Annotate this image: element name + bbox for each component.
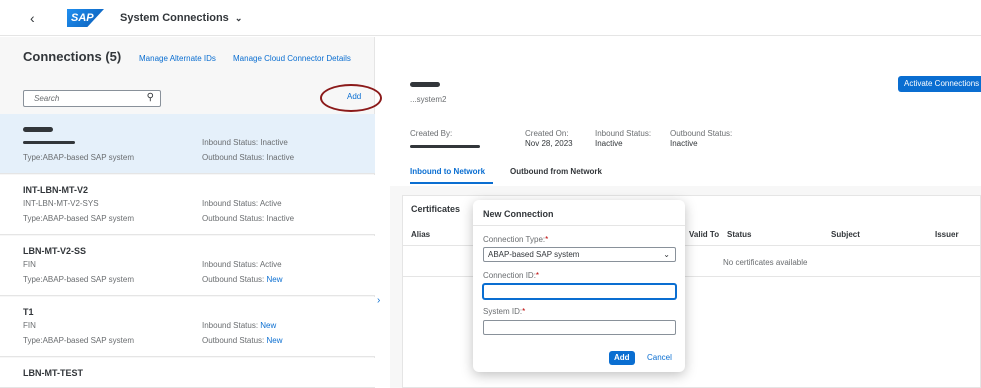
column-subject: Subject — [831, 230, 860, 239]
connection-type-value: ABAP-based SAP system — [488, 250, 580, 259]
connection-name: T1 — [23, 307, 34, 317]
outbound-status: Outbound Status: New — [202, 336, 283, 345]
connection-name: LBN-MT-TEST — [23, 368, 83, 378]
connection-title — [410, 79, 440, 89]
inbound-status-label: Inbound Status: — [595, 129, 652, 138]
inbound-status-value: Inactive — [595, 139, 623, 148]
manage-cloud-connector-link[interactable]: Manage Cloud Connector Details — [233, 54, 351, 63]
connections-list-pane: Connections (5) Manage Alternate IDs Man… — [0, 37, 382, 388]
inbound-status: Inbound Status: New — [202, 321, 277, 330]
shell-bar: ‹ SAP System Connections ⌄ — [0, 0, 981, 36]
app-title-menu[interactable]: System Connections ⌄ — [120, 12, 242, 24]
certificates-title: Certificates — [411, 204, 461, 214]
system-id-field[interactable] — [483, 320, 676, 335]
search-icon[interactable]: ⚲ — [147, 92, 154, 103]
column-alias: Alias — [411, 230, 431, 239]
connection-type: Type:ABAP-based SAP system — [23, 336, 135, 345]
column-valid-to: Valid To — [689, 230, 720, 239]
add-button[interactable]: Add — [609, 351, 635, 365]
connection-type-label: Connection Type:* — [483, 235, 549, 244]
inbound-status: Inbound Status: Inactive — [202, 138, 288, 147]
dialog-title: New Connection — [483, 209, 554, 219]
new-connection-dialog: New Connection Connection Type:* ABAP-ba… — [473, 200, 685, 372]
outbound-status: Outbound Status: Inactive — [202, 153, 295, 162]
search-placeholder: Search — [34, 94, 60, 103]
dialog-divider — [473, 225, 685, 226]
connection-type: Type:ABAP-based SAP system — [23, 214, 135, 223]
outbound-status: Outbound Status: New — [202, 275, 283, 284]
manage-alternate-ids-link[interactable]: Manage Alternate IDs — [139, 54, 216, 63]
created-by-label: Created By: — [410, 129, 453, 138]
outbound-status-value: Inactive — [670, 139, 698, 148]
outbound-status: Outbound Status: Inactive — [202, 214, 295, 223]
app-title: System Connections — [120, 12, 229, 24]
tab-inbound-to-network[interactable]: Inbound to Network — [410, 167, 485, 176]
connection-type: Type:ABAP-based SAP system — [23, 275, 135, 284]
inbound-status: Inbound Status: Active — [202, 260, 282, 269]
connection-system: FIN — [23, 321, 36, 330]
connection-name: INT-LBN-MT-V2 — [23, 185, 88, 195]
created-on-label: Created On: — [525, 129, 569, 138]
active-tab-indicator — [410, 182, 493, 184]
chevron-down-icon: ⌄ — [234, 13, 243, 23]
connection-type: Type:ABAP-based SAP system — [23, 153, 135, 162]
connection-name — [23, 124, 53, 134]
connection-id-label: Connection ID:* — [483, 271, 540, 280]
no-certificates-message: No certificates available — [723, 258, 808, 267]
connection-name: LBN-MT-V2-SS — [23, 246, 86, 256]
connection-subtitle: ...system2 — [410, 95, 447, 104]
list-item[interactable]: LBN-MT-TEST — [0, 358, 375, 388]
activate-connections-button[interactable]: Activate Connections — [898, 76, 981, 92]
search-input[interactable]: Search ⚲ — [23, 90, 161, 107]
connection-system: INT-LBN-MT-V2-SYS — [23, 199, 99, 208]
system-id-label: System ID:* — [483, 307, 526, 316]
connection-system — [23, 138, 75, 147]
expand-pane-icon[interactable]: › — [377, 295, 387, 313]
chevron-down-icon[interactable]: ⌄ — [663, 248, 670, 261]
list-item[interactable]: INT-LBN-MT-V2 INT-LBN-MT-V2-SYS Type:ABA… — [0, 175, 375, 235]
created-on-value: Nov 28, 2023 — [525, 139, 573, 148]
connection-id-field[interactable] — [483, 284, 676, 299]
connections-title: Connections (5) — [23, 49, 122, 64]
back-icon[interactable]: ‹ — [30, 10, 35, 26]
list-item[interactable]: LBN-MT-V2-SS FIN Type:ABAP-based SAP sys… — [0, 236, 375, 296]
list-item[interactable]: T1 FIN Type:ABAP-based SAP system Inboun… — [0, 297, 375, 357]
list-item[interactable]: Type:ABAP-based SAP system Inbound Statu… — [0, 114, 375, 174]
inbound-status: Inbound Status: Active — [202, 199, 282, 208]
column-issuer: Issuer — [935, 230, 959, 239]
connection-type-select[interactable]: ABAP-based SAP system ⌄ — [483, 247, 676, 262]
highlight-annotation — [320, 84, 382, 112]
connection-system: FIN — [23, 260, 36, 269]
column-status: Status — [727, 230, 752, 239]
outbound-status-label: Outbound Status: — [670, 129, 733, 138]
cancel-button[interactable]: Cancel — [647, 353, 672, 362]
tab-outbound-from-network[interactable]: Outbound from Network — [510, 167, 602, 176]
detail-header: ...system2 Activate Connections Created … — [390, 37, 981, 186]
created-by-value — [410, 141, 480, 151]
sap-logo[interactable]: SAP — [67, 9, 104, 27]
